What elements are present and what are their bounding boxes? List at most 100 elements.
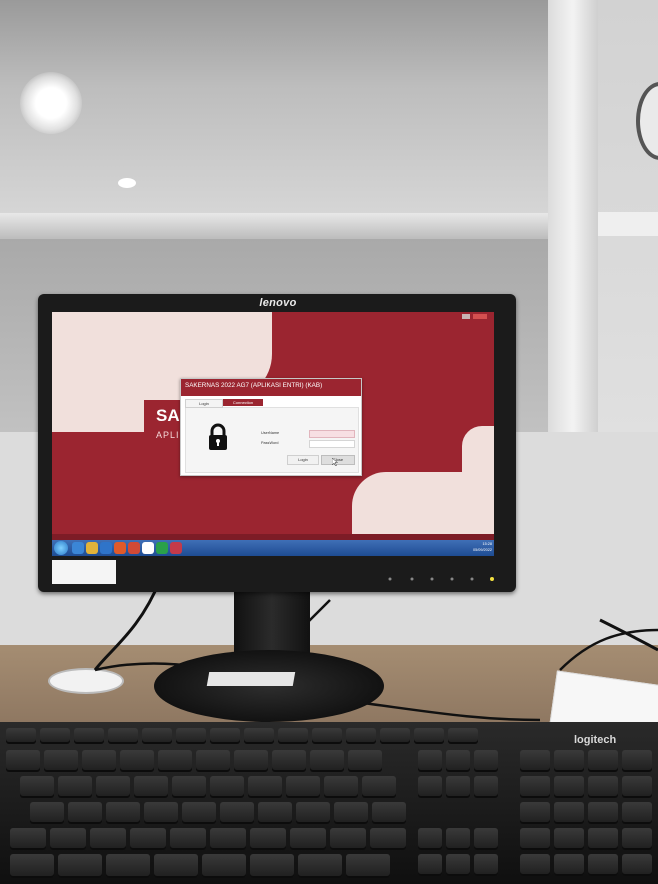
keyboard-key[interactable] (6, 750, 40, 772)
keyboard-key[interactable] (158, 750, 192, 772)
keyboard-key[interactable] (474, 854, 498, 876)
keyboard-key[interactable] (290, 828, 326, 850)
keyboard-key[interactable] (554, 828, 584, 850)
keyboard-key[interactable] (588, 776, 618, 798)
keyboard-key[interactable] (172, 776, 206, 798)
keyboard-key[interactable] (90, 828, 126, 850)
keyboard-key[interactable] (40, 728, 70, 744)
keyboard-key[interactable] (50, 828, 86, 850)
keyboard-key[interactable] (588, 854, 618, 876)
keyboard-key[interactable] (474, 828, 498, 850)
keyboard-key[interactable] (446, 776, 470, 798)
keyboard-key[interactable] (144, 802, 178, 824)
keyboard-key[interactable] (330, 828, 366, 850)
keyboard-key[interactable] (588, 828, 618, 850)
keyboard-key[interactable] (68, 802, 102, 824)
taskbar-app-icon[interactable] (156, 542, 168, 554)
window-close-button[interactable] (473, 314, 487, 319)
keyboard-key[interactable] (298, 854, 342, 878)
keyboard-key[interactable] (44, 750, 78, 772)
keyboard-key[interactable] (554, 776, 584, 798)
keyboard-key[interactable] (134, 776, 168, 798)
keyboard-key[interactable] (474, 776, 498, 798)
keyboard-key[interactable] (372, 802, 406, 824)
keyboard-key[interactable] (182, 802, 216, 824)
keyboard-key[interactable] (312, 728, 342, 744)
keyboard-key[interactable] (108, 728, 138, 744)
login-button[interactable]: Login (287, 455, 319, 465)
keyboard-key[interactable] (418, 828, 442, 850)
keyboard-key[interactable] (520, 802, 550, 824)
window-minimize-button[interactable] (462, 314, 470, 319)
taskbar-app-icon[interactable] (114, 542, 126, 554)
keyboard-key[interactable] (244, 728, 274, 744)
keyboard-key[interactable] (418, 750, 442, 772)
keyboard-key[interactable] (418, 776, 442, 798)
keyboard-key[interactable] (418, 854, 442, 876)
keyboard-key[interactable] (196, 750, 230, 772)
keyboard-key[interactable] (278, 728, 308, 744)
keyboard-key[interactable] (324, 776, 358, 798)
keyboard-key[interactable] (74, 728, 104, 744)
keyboard-key[interactable] (380, 728, 410, 744)
tray-clock-date[interactable]: 05/09/2022 (460, 548, 492, 553)
keyboard-key[interactable] (520, 776, 550, 798)
keyboard-key[interactable] (370, 828, 406, 850)
keyboard-key[interactable] (588, 802, 618, 824)
keyboard-key[interactable] (250, 828, 286, 850)
keyboard-key[interactable] (154, 854, 198, 878)
taskbar-app-icon[interactable] (72, 542, 84, 554)
keyboard-key[interactable] (30, 802, 64, 824)
tab-connection[interactable]: Connection (223, 399, 263, 406)
keyboard-key[interactable] (346, 728, 376, 744)
keyboard-key[interactable] (10, 854, 54, 878)
keyboard-key[interactable] (120, 750, 154, 772)
username-input[interactable] (309, 430, 355, 438)
keyboard-key[interactable] (446, 828, 470, 850)
keyboard-key[interactable] (554, 854, 584, 876)
keyboard-key[interactable] (210, 828, 246, 850)
keyboard-key[interactable] (520, 854, 550, 876)
keyboard-key[interactable] (520, 750, 550, 772)
keyboard-key[interactable] (106, 802, 140, 824)
keyboard-key[interactable] (348, 750, 382, 772)
keyboard-key[interactable] (210, 776, 244, 798)
close-button[interactable]: Close (321, 455, 355, 465)
keyboard-key[interactable] (622, 750, 652, 772)
keyboard-key[interactable] (446, 854, 470, 876)
password-input[interactable] (309, 440, 355, 448)
keyboard-key[interactable] (210, 728, 240, 744)
keyboard-key[interactable] (414, 728, 444, 744)
keyboard-key[interactable] (448, 728, 478, 744)
keyboard-key[interactable] (220, 802, 254, 824)
keyboard-key[interactable] (622, 854, 652, 876)
keyboard-key[interactable] (258, 802, 292, 824)
keyboard-key[interactable] (170, 828, 206, 850)
keyboard-key[interactable] (58, 776, 92, 798)
keyboard-key[interactable] (296, 802, 330, 824)
keyboard-key[interactable] (10, 828, 46, 850)
keyboard-key[interactable] (622, 828, 652, 850)
keyboard-key[interactable] (362, 776, 396, 798)
taskbar-app-icon[interactable] (128, 542, 140, 554)
keyboard-key[interactable] (346, 854, 390, 878)
keyboard-key[interactable] (130, 828, 166, 850)
keyboard-key[interactable] (248, 776, 282, 798)
tray-clock-time[interactable]: 15:28 (460, 542, 492, 547)
keyboard-key[interactable] (142, 728, 172, 744)
keyboard-key[interactable] (520, 828, 550, 850)
taskbar-app-icon[interactable] (142, 542, 154, 554)
keyboard-key[interactable] (622, 776, 652, 798)
keyboard-key[interactable] (82, 750, 116, 772)
taskbar-app-icon[interactable] (100, 542, 112, 554)
keyboard-key[interactable] (622, 802, 652, 824)
start-button-icon[interactable] (54, 541, 68, 555)
taskbar-app-icon[interactable] (170, 542, 182, 554)
keyboard-key[interactable] (310, 750, 344, 772)
keyboard-key[interactable] (106, 854, 150, 878)
keyboard-key[interactable] (202, 854, 246, 878)
keyboard-key[interactable] (588, 750, 618, 772)
keyboard-key[interactable] (334, 802, 368, 824)
keyboard-key[interactable] (474, 750, 498, 772)
taskbar-app-icon[interactable] (86, 542, 98, 554)
